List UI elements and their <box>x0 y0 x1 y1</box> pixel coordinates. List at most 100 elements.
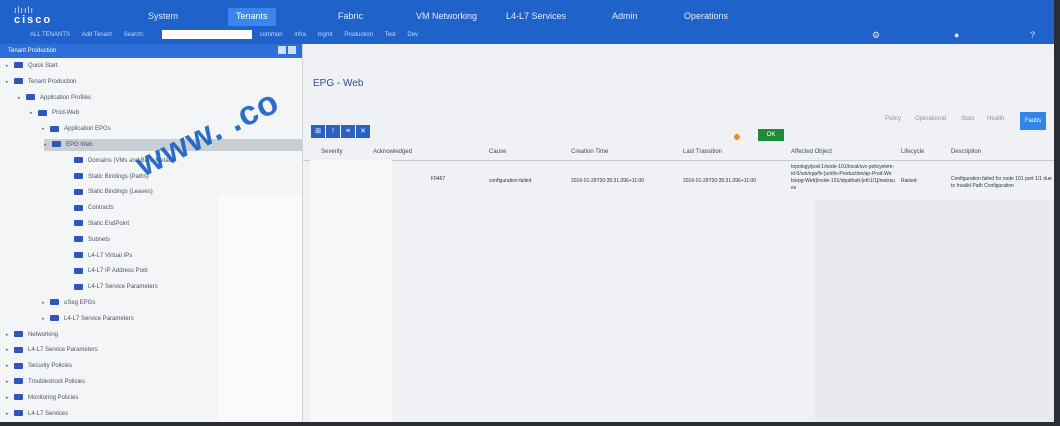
tree-item[interactable]: Static Bindings (Paths) <box>66 171 149 183</box>
tree-item[interactable]: ▸ Quick Start <box>6 60 58 72</box>
cisco-logo: ılıılı cisco <box>14 6 52 26</box>
tree-item[interactable]: ▸ L4-L7 Service Parameters <box>6 344 98 356</box>
expand-arrow-icon[interactable]: ▸ <box>18 92 26 104</box>
expand-arrow-icon[interactable]: ▸ <box>42 297 50 309</box>
logo-text: cisco <box>14 14 53 26</box>
collapse-icon[interactable] <box>278 46 286 54</box>
tree-item[interactable]: ▸ Troubleshoot Policies <box>6 376 85 388</box>
tree-item[interactable]: ▸ Application Profiles <box>18 92 91 104</box>
tree-item[interactable]: ▸ Networking <box>6 329 58 341</box>
expand-arrow-icon[interactable]: ▸ <box>6 376 14 388</box>
folder-icon <box>74 173 83 180</box>
expand-arrow-icon[interactable]: ▸ <box>6 344 14 356</box>
tab-l4-l7-services[interactable]: L4-L7 Services <box>498 8 574 26</box>
subnav-link-mgmt[interactable]: mgmt <box>318 32 333 38</box>
fault-description: Configuration failed for node 101 port 1… <box>951 176 1052 189</box>
tree-item[interactable]: ▸ Application EPGs <box>42 123 111 135</box>
tree-item[interactable]: ▸ Security Policies <box>6 360 72 372</box>
tree-item[interactable]: L4-L7 Virtual IPs <box>66 250 132 262</box>
tree-item[interactable]: ▸ L4-L7 Services <box>6 408 68 420</box>
expand-arrow-icon[interactable]: ▸ <box>6 329 14 341</box>
help-icon[interactable]: ? <box>1030 30 1035 40</box>
alert-icon[interactable]: ! <box>326 125 340 138</box>
tree-item-label: L4-L7 Service Parameters <box>28 347 98 354</box>
monitor-bezel-right <box>1054 0 1060 426</box>
column-lifecycle[interactable]: Lifecycle <box>901 149 924 155</box>
table-view-icon[interactable]: ⊞ <box>311 125 325 138</box>
tree-item[interactable]: Subnets <box>66 234 110 246</box>
tab-policy[interactable]: Policy <box>885 116 901 122</box>
tree-item[interactable]: Contracts <box>66 202 114 214</box>
tab-system[interactable]: System <box>140 8 186 26</box>
expand-arrow-icon[interactable]: ▸ <box>42 313 50 325</box>
fault-affected-object[interactable]: topology/pod-1/node-101/local/svc-policy… <box>791 164 895 200</box>
table-empty-area <box>815 200 1060 426</box>
tree-item[interactable]: ▸ uSeg EPGs <box>42 297 95 309</box>
tree-item[interactable]: Static Bindings (Leaves) <box>66 186 153 198</box>
subnav-link-infra[interactable]: infra <box>294 32 306 38</box>
expand-icon[interactable] <box>288 46 296 54</box>
expand-arrow-icon[interactable]: ▸ <box>42 123 50 135</box>
column-affected-object[interactable]: Affected Object <box>791 149 832 155</box>
folder-icon <box>14 331 23 338</box>
expand-arrow-icon[interactable]: ▸ <box>6 76 14 88</box>
subnav-link-dev[interactable]: Dev <box>407 32 418 38</box>
column-severity[interactable]: Severity <box>321 149 343 155</box>
list-icon[interactable]: ≡ <box>341 125 355 138</box>
tab-stats[interactable]: Stats <box>961 116 975 122</box>
fault-lifecycle: Raised <box>901 178 917 184</box>
tab-operations[interactable]: Operations <box>676 8 736 26</box>
subnav-link-common[interactable]: common <box>260 32 283 38</box>
subnav-link-production[interactable]: Production <box>344 32 373 38</box>
all-tenants-link[interactable]: ALL TENANTS <box>30 32 70 38</box>
tree-item-label: L4-L7 IP Address Pool <box>88 268 148 275</box>
expand-arrow-icon[interactable]: ▸ <box>6 60 14 72</box>
tree-item-label: L4-L7 Services <box>28 410 69 417</box>
tab-tenants[interactable]: Tenants <box>228 8 276 26</box>
expand-arrow-icon[interactable]: ▸ <box>6 408 14 420</box>
column-description[interactable]: Description <box>951 149 981 155</box>
ok-button[interactable]: OK <box>758 129 784 141</box>
close-icon[interactable]: ✕ <box>356 125 370 138</box>
tree-item[interactable]: ▸ Tenant Production <box>6 76 76 88</box>
column-cause[interactable]: Cause <box>489 149 506 155</box>
expand-arrow-icon[interactable]: ▸ <box>30 107 38 119</box>
tree-item[interactable]: L4-L7 IP Address Pool <box>66 265 148 277</box>
column-acknowledged[interactable]: Acknowledged <box>373 149 412 155</box>
navigation-pane-header: Tenant Production <box>0 44 302 58</box>
tree-item[interactable]: ▸ L4-L7 Service Parameters <box>42 313 134 325</box>
tree-item-label: Static Bindings (Paths) <box>88 173 149 180</box>
tab-faults[interactable]: Faults <box>1020 112 1046 130</box>
gear-icon[interactable]: ⚙ <box>872 30 880 41</box>
work-pane: EPG - Web ⊞! ≡ ✕ OK Policy Operational Sta… <box>303 58 1060 426</box>
add-tenant-link[interactable]: Add Tenant <box>82 32 112 38</box>
fault-creation-time: 2016-01-29T20:35:31.096+11:00 <box>571 178 644 184</box>
expand-arrow-icon[interactable]: ▸ <box>6 392 14 404</box>
tab-admin[interactable]: Admin <box>604 8 646 26</box>
user-icon[interactable]: ● <box>954 30 959 40</box>
tab-fabric[interactable]: Fabric <box>330 8 371 26</box>
tree-item-label: Static EndPoint <box>88 221 130 227</box>
monitor-bezel-bottom <box>0 422 1060 426</box>
tree-item-label: Networking <box>28 331 59 338</box>
table-row[interactable]: F0467 configuration-failed 2016-01-29T20… <box>303 164 1060 200</box>
tab-health[interactable]: Health <box>987 116 1004 122</box>
tree-item-label: Prod-Web <box>52 110 79 117</box>
tree-item[interactable]: ▸ Prod-Web <box>30 107 79 119</box>
tenant-search-input[interactable] <box>161 30 252 39</box>
subnav-link-test[interactable]: Test <box>385 32 396 38</box>
tree-item[interactable]: L4-L7 Service Parameters <box>66 281 158 293</box>
column-last-transition[interactable]: Last Transition <box>683 149 722 155</box>
expand-arrow-icon[interactable]: ▸ <box>44 139 52 151</box>
tree-overlay-blank <box>218 194 302 426</box>
folder-icon <box>50 125 59 132</box>
tree-item-label: EPG Web <box>66 142 93 148</box>
expand-arrow-icon[interactable]: ▸ <box>6 360 14 372</box>
tree-item[interactable]: ▸ Monitoring Policies <box>6 392 78 404</box>
tree-item-label: Application EPGs <box>64 126 111 133</box>
fault-code: F0467 <box>431 176 446 182</box>
tab-vm-networking[interactable]: VM Networking <box>408 8 485 26</box>
column-creation-time[interactable]: Creation Time <box>571 149 608 155</box>
tab-operational[interactable]: Operational <box>915 116 946 122</box>
tree-item[interactable]: Static EndPoint <box>66 218 129 230</box>
